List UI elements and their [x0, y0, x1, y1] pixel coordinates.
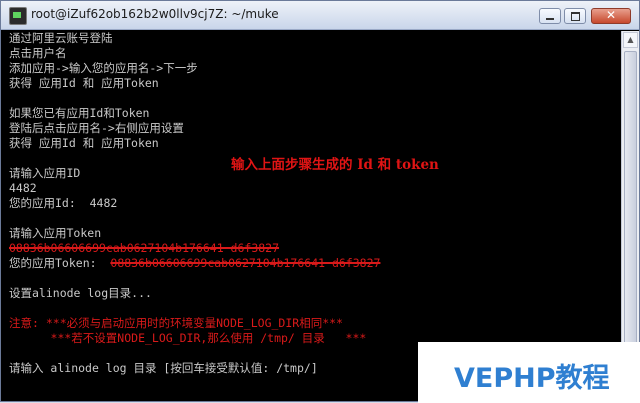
scroll-up-icon[interactable]: ▲ — [623, 32, 638, 48]
maximize-button[interactable] — [564, 8, 586, 24]
terminal-line: 登陆后点击应用名->右侧应用设置 — [9, 121, 184, 135]
terminal-app-icon[interactable] — [9, 7, 27, 25]
terminal-line: 您的应用Id: 4482 — [9, 196, 118, 210]
terminal-prompt: 请输入 alinode log 目录 [按回车接受默认值: /tmp/] — [9, 361, 318, 375]
terminal-line: 请输入应用Token — [9, 226, 102, 240]
watermark: VEPHP教程 — [418, 342, 640, 403]
terminal-line: 点击用户名 — [9, 46, 67, 60]
minimize-button[interactable] — [539, 8, 561, 24]
terminal-line: 您的应用Token: 08836b06606699cab0627104b1766… — [9, 256, 380, 271]
warning-line: 注意: ***必须与启动应用时的环境变量NODE_LOG_DIR相同*** — [9, 316, 343, 330]
token-label: 您的应用Token: — [9, 256, 97, 270]
terminal-line: 4482 — [9, 181, 37, 195]
redacted-token-input: 08836b06606699cab0627104b176641 d6f3827 — [9, 241, 280, 255]
terminal-line: 添加应用->输入您的应用名->下一步 — [9, 61, 198, 75]
terminal-line: 获得 应用Id 和 应用Token — [9, 76, 159, 90]
annotation-text: 输入上面步骤生成的 Id 和 token — [231, 157, 439, 173]
terminal-line: 如果您已有应用Id和Token — [9, 106, 150, 120]
scroll-thumb[interactable] — [624, 51, 637, 361]
close-button[interactable] — [591, 8, 631, 24]
window-title: root@iZuf62ob162b2w0llv9cj7Z: ~/muke — [31, 7, 279, 21]
terminal-line: 获得 应用Id 和 应用Token — [9, 136, 159, 150]
redacted-token-value: 08836b06606699cab0627104b176641 d6f3827 — [110, 256, 381, 270]
terminal-line: 通过阿里云账号登陆 — [9, 31, 113, 45]
terminal-line: 请输入应用ID — [9, 166, 81, 180]
warning-line: ***若不设置NODE_LOG_DIR,那么使用 /tmp/ 目录 *** — [9, 331, 367, 345]
terminal-line: 设置alinode log目录... — [9, 286, 152, 300]
title-bar[interactable]: root@iZuf62ob162b2w0llv9cj7Z: ~/muke — [1, 1, 639, 30]
watermark-text: VEPHP教程 — [454, 363, 610, 394]
terminal-window: root@iZuf62ob162b2w0llv9cj7Z: ~/muke 通过阿… — [0, 0, 640, 403]
